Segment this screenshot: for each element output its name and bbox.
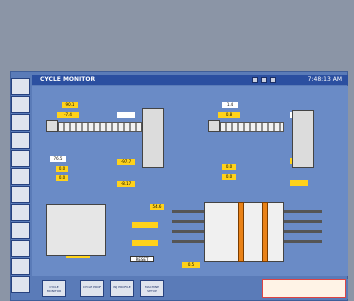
- left-hopper: [46, 204, 106, 256]
- move-icon: [12, 79, 29, 94]
- machine-setup-button[interactable]: MACHINE SETUP: [140, 280, 164, 297]
- sidebar-move-button[interactable]: [11, 78, 30, 95]
- sidebar-hand-button[interactable]: [11, 150, 30, 167]
- left-sub-1: 0.0: [56, 166, 68, 172]
- mold-icon: [12, 115, 29, 130]
- sidebar-aux-button[interactable]: [11, 240, 30, 257]
- sidebar-info-button[interactable]: [11, 186, 30, 203]
- right-top-value: 1.4: [222, 102, 238, 108]
- right-box-1: 0.0: [222, 164, 236, 170]
- sidebar-chart-button[interactable]: [11, 258, 30, 275]
- left-readout-3: -97.7: [117, 159, 135, 165]
- sidebar-stop-button[interactable]: [11, 96, 30, 113]
- right-box-2: 0.0: [222, 174, 236, 180]
- nav-back-button[interactable]: [252, 77, 258, 83]
- right-readout-4: [290, 180, 308, 186]
- sidebar-lock-button[interactable]: [11, 168, 30, 185]
- reset-button[interactable]: RESET: [130, 256, 154, 262]
- sidebar: [11, 78, 31, 298]
- settings-icon: [12, 205, 29, 220]
- cycle-monitor-panel: 90.1 -7.4 -97.7 -8.17 76.5 0.0 0.0 71 54…: [32, 86, 348, 276]
- left-readout-1: -7.4: [57, 112, 79, 118]
- fixed-platen: [262, 202, 268, 262]
- sidebar-power-button[interactable]: [11, 276, 30, 293]
- left-readout-2: [117, 112, 135, 118]
- window-title: CYCLE MONITOR: [40, 76, 96, 83]
- left-sub-2: 0.0: [56, 175, 68, 181]
- inj-profile-button[interactable]: INJ PROFILE: [110, 280, 134, 297]
- right-bottom-value: 0.5: [182, 262, 200, 268]
- left-top-value: 90.1: [62, 102, 78, 108]
- hand-icon: [12, 151, 29, 166]
- nav-home-button[interactable]: [261, 77, 267, 83]
- center-box-1: 54.6: [150, 204, 164, 210]
- sidebar-mold-button[interactable]: [11, 114, 30, 131]
- clock: 7:48:13 AM: [307, 76, 342, 83]
- sidebar-settings-button[interactable]: [11, 204, 30, 221]
- hmi-frame: CYCLE MONITOR 7:48:13 AM 90.1 -7.4 -97.7…: [0, 0, 354, 301]
- title-bar: CYCLE MONITOR 7:48:13 AM: [32, 75, 348, 85]
- sequence-icon: [12, 133, 29, 148]
- sidebar-screen-button[interactable]: [11, 222, 30, 239]
- nav-forward-button[interactable]: [270, 77, 276, 83]
- right-cylinder: [292, 110, 314, 168]
- cycle-monitor-button[interactable]: CYCLE MONITOR: [42, 280, 66, 297]
- info-icon: [12, 187, 29, 202]
- left-screw: [58, 122, 142, 132]
- aux-icon: [12, 241, 29, 256]
- sidebar-sequence-button[interactable]: [11, 132, 30, 149]
- center-box-2: [132, 222, 158, 228]
- right-readout-1: 0.8: [218, 112, 240, 118]
- power-icon: [12, 277, 29, 292]
- lock-icon: [12, 169, 29, 184]
- left-big-value: 76.5: [50, 156, 66, 162]
- right-screw: [220, 122, 284, 132]
- clamp-frame: [204, 202, 284, 262]
- moving-platen: [238, 202, 244, 262]
- chart-icon: [12, 259, 29, 274]
- cycle-prof-button[interactable]: CYCLE PROF: [80, 280, 104, 297]
- alarm-banner: [262, 279, 346, 298]
- left-nozzle: [46, 120, 58, 132]
- screen-icon: [12, 223, 29, 238]
- right-nozzle: [208, 120, 220, 132]
- left-cylinder: [142, 108, 164, 168]
- left-readout-4: -8.17: [117, 181, 135, 187]
- center-box-3: [132, 240, 158, 246]
- stop-icon: [12, 97, 29, 112]
